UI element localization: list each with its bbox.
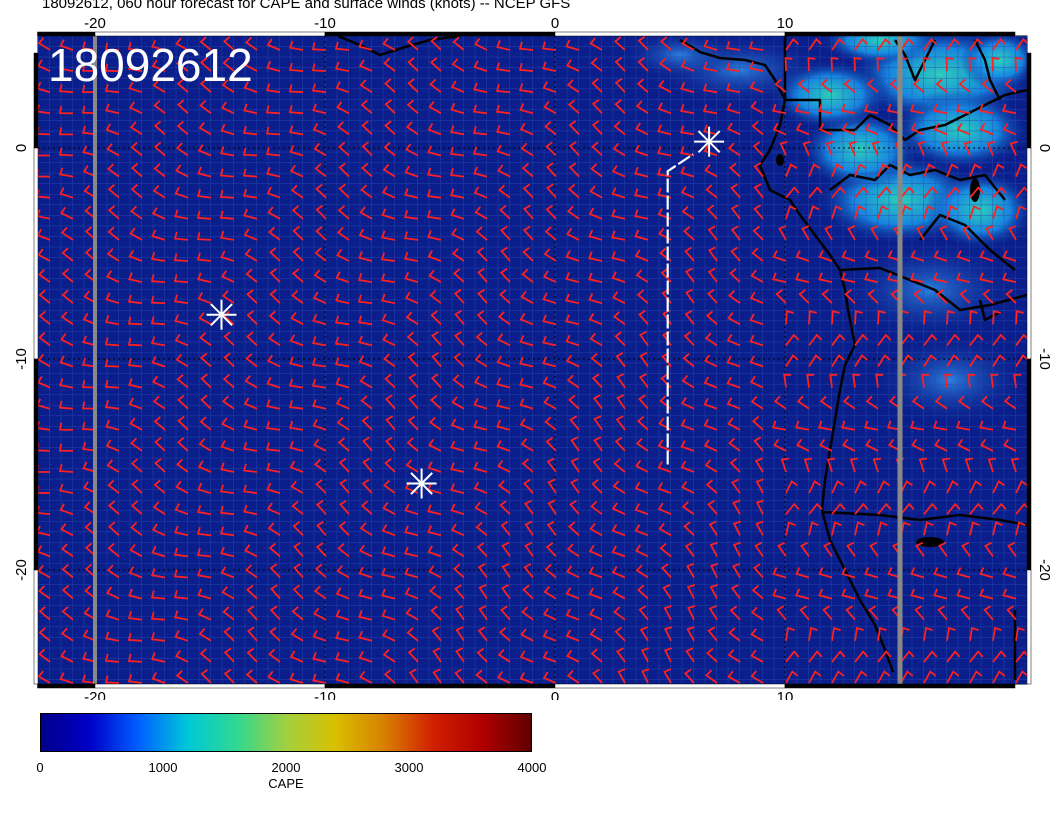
marker-a-icon (694, 126, 725, 157)
x-tick-bottom: 0 (551, 689, 559, 700)
cape-blob-10 (770, 60, 890, 130)
y-tick-left: 0 (13, 144, 30, 152)
y-tick-right: 0 (1036, 144, 1053, 152)
colorbar-tick: 0 (36, 760, 44, 775)
marker-b-icon (206, 299, 237, 330)
colorbar-tick: 3000 (394, 760, 424, 775)
y-tick-right: -10 (1036, 348, 1053, 370)
colorbar-tick: 2000 (271, 760, 301, 775)
colorbar-tick: 1000 (148, 760, 178, 775)
x-tick-top: 0 (551, 15, 559, 32)
island-shape (776, 154, 784, 166)
y-tick-right: -20 (1036, 559, 1053, 581)
cape-blob-7 (620, 36, 740, 80)
x-tick-top: 10 (777, 15, 794, 32)
y-tick-left: -10 (13, 348, 30, 370)
lake-shape-2 (970, 178, 980, 202)
cape-blob-9 (870, 335, 1027, 425)
colorbar (40, 713, 532, 752)
x-tick-top: -20 (84, 15, 106, 32)
x-tick-top: -10 (314, 15, 336, 32)
x-tick-bottom: -20 (84, 689, 106, 700)
colorbar-tick: 4000 (517, 760, 547, 775)
map-panel: -20 -20 -10 -10 0 0 10 10 0 0 -10 -10 -20 -20 (13, 15, 1053, 700)
marker-c-icon (406, 468, 437, 499)
colorbar-label: CAPE (268, 776, 304, 791)
date-stamp: 18092612 (48, 39, 253, 91)
x-tick-bottom: 10 (777, 689, 794, 700)
x-tick-bottom: -10 (314, 689, 336, 700)
y-tick-left: -20 (13, 559, 30, 581)
